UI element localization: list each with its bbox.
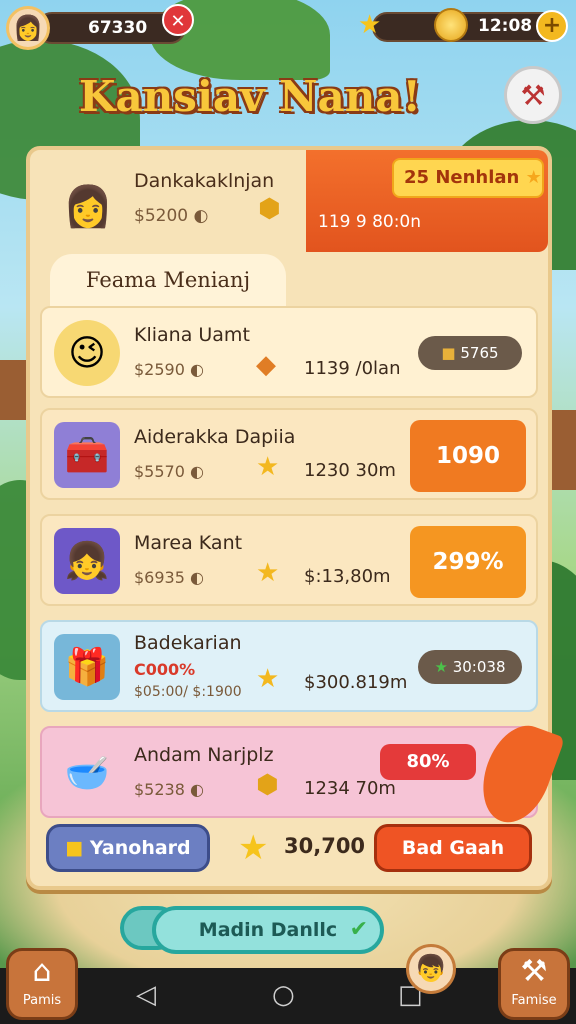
item-pill-value: 5765: [460, 344, 499, 362]
tools-corner-label: Famise: [511, 993, 557, 1008]
item-name: Kliana Uamt: [134, 324, 250, 346]
yanohard-label: Yanohard: [89, 837, 191, 859]
gold-hex-icon: ⬢: [256, 770, 279, 800]
score-value: 30,700: [284, 834, 366, 858]
hammer-icon: ⚒: [520, 954, 548, 989]
star-icon: ★: [256, 452, 280, 482]
badge-icon: ■: [65, 837, 84, 859]
home-corner-button[interactable]: ⌂ Pamis: [6, 948, 78, 1020]
list-item[interactable]: 👧 Marea Kant $6935 ◐ ★ $:13,80m 299%: [40, 514, 538, 606]
tools-corner-button[interactable]: ⚒ Famise: [498, 948, 570, 1020]
panel-footer: ■ Yanohard ★ 30,700 Bad Gaah: [40, 816, 538, 878]
item-time: $:13,80m: [304, 566, 391, 587]
featured-timer-panel: 25 Nenhlan ★ 119 9 80:0n: [306, 150, 548, 252]
featured-price-value: $5200: [134, 206, 189, 226]
price-icon: ◐: [190, 462, 204, 481]
list-item[interactable]: 😉 Kliana Uamt $2590 ◐ ◆ 1139 /0lan ■ 576…: [40, 306, 538, 398]
list-item[interactable]: 🥣 Andam Narjplz $5238 ◐ ⬢ 1234 70m 80%: [40, 716, 566, 832]
madin-danllc-button[interactable]: Madin Danllc ✔: [152, 906, 384, 954]
featured-offer[interactable]: 👩 Dankakaklnjan $5200 ◐ ⬢ 25 Nenhlan ★ 1…: [30, 150, 548, 256]
item-pill-value: 30:038: [452, 658, 506, 676]
madin-danllc-label: Madin Danllc: [198, 919, 338, 941]
star-icon: ★: [238, 828, 269, 868]
list-item[interactable]: 🧰 Aiderakka Dapiia $5570 ◐ ★ 1230 30m 10…: [40, 408, 538, 500]
item-pill[interactable]: ★ 30:038: [418, 650, 522, 684]
price-icon: ◐: [190, 568, 204, 587]
star-icon: ★: [525, 167, 542, 188]
item-price: $5238 ◐: [134, 780, 204, 799]
price-icon: ◐: [190, 780, 204, 799]
featured-time: 119 9 80:0n: [318, 212, 422, 232]
item-sale: C000%: [134, 660, 196, 679]
system-nav-bar: ◁ ○ □: [0, 968, 576, 1024]
home-icon[interactable]: ○: [272, 980, 295, 1010]
discount-button[interactable]: 299%: [410, 526, 526, 598]
list-item[interactable]: 🎁 Badekarian C000% $05:00/ $:1900 ★ $300…: [40, 620, 538, 712]
treasure-chest-icon: 🧰: [54, 422, 120, 488]
check-icon: ✔: [349, 917, 368, 942]
back-icon[interactable]: ◁: [136, 980, 156, 1010]
orange-ribbon-icon: [470, 716, 566, 832]
item-price: $05:00/ $:1900: [134, 684, 242, 700]
item-name: Badekarian: [134, 632, 242, 654]
item-price: $5570 ◐: [134, 462, 204, 481]
currency-value: 12:08: [478, 16, 533, 36]
home-corner-label: Pamis: [22, 993, 62, 1008]
featured-name: Dankakaklnjan: [134, 170, 275, 192]
featured-price-icon: ◐: [193, 206, 209, 226]
section-tab[interactable]: Feama Menianj: [50, 254, 286, 306]
item-time: $300.819m: [304, 672, 408, 693]
item-price: $2590 ◐: [134, 360, 204, 379]
star-icon: ★: [256, 664, 280, 694]
buy-button[interactable]: 1090: [410, 420, 526, 492]
character-icon: 👧: [54, 528, 120, 594]
coin-face-icon: 😉: [54, 320, 120, 386]
price-icon: ◐: [190, 360, 204, 379]
gold-hex-icon: ⬢: [258, 194, 281, 224]
tools-icon: ⚒: [520, 78, 546, 112]
item-name: Marea Kant: [134, 532, 243, 554]
coin-icon: [434, 8, 468, 42]
item-time: 1230 30m: [304, 460, 396, 481]
item-price-value: $5570: [134, 462, 185, 481]
chest-icon: ■: [441, 344, 456, 362]
green-star-icon: ★: [434, 658, 448, 676]
tools-button[interactable]: ⚒: [504, 66, 562, 124]
friend-avatar[interactable]: 👦: [406, 944, 456, 994]
item-name: Aiderakka Dapiia: [134, 426, 296, 448]
item-pill[interactable]: ■ 5765: [418, 336, 522, 370]
yanohard-button[interactable]: ■ Yanohard: [46, 824, 210, 872]
item-name: Andam Narjplz: [134, 744, 274, 766]
house-icon: ⌂: [32, 954, 52, 989]
orange-gem-icon: ◆: [256, 350, 276, 380]
player-value: 67330: [88, 18, 148, 38]
bad-gaah-button[interactable]: Bad Gaah: [374, 824, 532, 872]
hut: [548, 410, 576, 490]
sale-tag-button[interactable]: 80%: [380, 744, 476, 780]
item-time: 1139 /0lan: [304, 358, 401, 379]
star-icon: ★: [358, 10, 382, 40]
potion-bowl-icon: 🥣: [64, 753, 110, 794]
player-avatar[interactable]: 👩: [6, 6, 50, 50]
currency-hud: ★ 12:08 +: [358, 8, 568, 44]
item-time: 1234 70m: [304, 778, 396, 799]
featured-badge-label: 25 Nenhlan: [404, 167, 520, 188]
player-hud: 67330 👩 ✕: [6, 4, 194, 50]
star-icon: ★: [256, 558, 280, 588]
featured-badge[interactable]: 25 Nenhlan ★: [392, 158, 544, 198]
featured-price: $5200 ◐: [134, 206, 208, 226]
item-price-value: $6935: [134, 568, 185, 587]
item-price-value: $2590: [134, 360, 185, 379]
gift-box-icon: 🎁: [54, 634, 120, 700]
close-icon[interactable]: ✕: [162, 4, 194, 36]
item-price-value: $5238: [134, 780, 185, 799]
add-currency-button[interactable]: +: [536, 10, 568, 42]
item-price: $6935 ◐: [134, 568, 204, 587]
featured-avatar-icon: 👩: [63, 183, 113, 230]
game-title: Kansiav Nana!: [79, 72, 421, 121]
shop-panel: 👩 Dankakaklnjan $5200 ◐ ⬢ 25 Nenhlan ★ 1…: [26, 146, 566, 890]
